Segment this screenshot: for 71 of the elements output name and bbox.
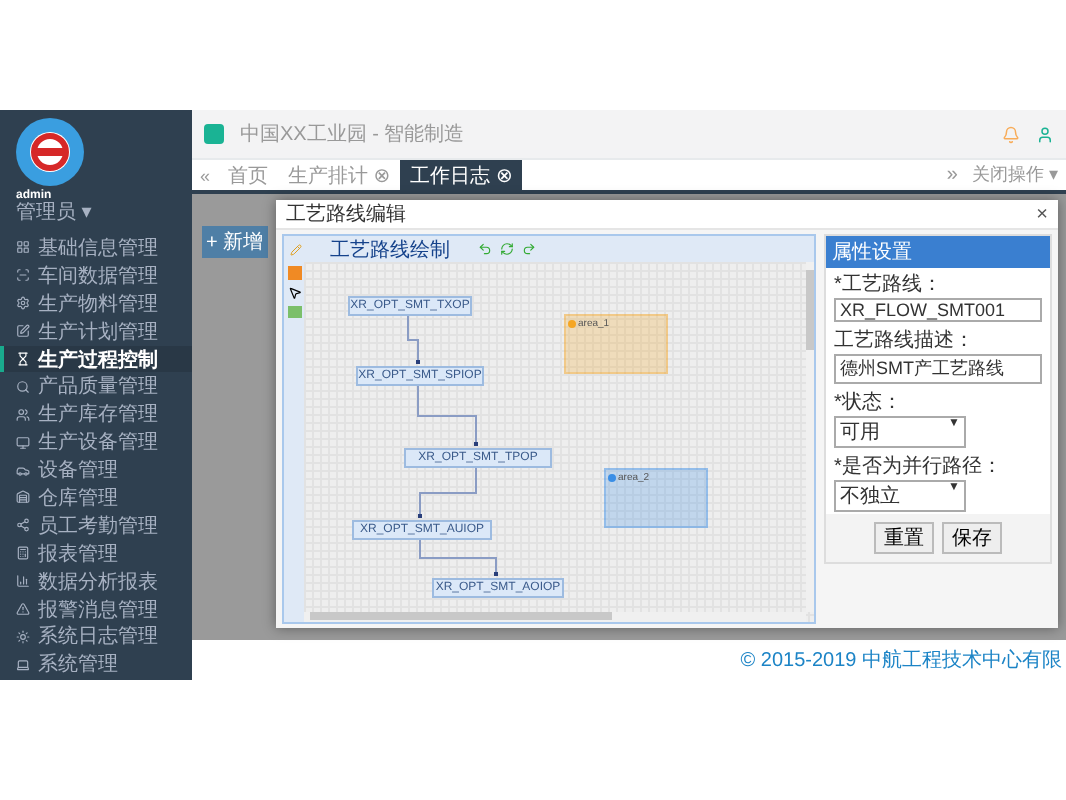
field-label: *工艺路线： bbox=[834, 271, 944, 298]
edit-icon bbox=[16, 324, 30, 339]
input-field[interactable]: XR_FLOW_SMT001 bbox=[834, 298, 1042, 322]
scan-icon bbox=[16, 268, 30, 283]
tab[interactable]: 生产排计 ⊗ bbox=[278, 160, 401, 190]
vertical-scrollbar[interactable] bbox=[806, 262, 814, 612]
logo bbox=[16, 118, 84, 186]
sidebar-item[interactable]: 产品质量管理 bbox=[0, 372, 192, 401]
dialog-title: 工艺路线编辑 bbox=[286, 201, 408, 228]
refresh-icon[interactable] bbox=[500, 242, 514, 256]
area-tool-icon[interactable] bbox=[287, 306, 301, 318]
sidebar-item[interactable]: 车间数据管理 bbox=[0, 261, 192, 290]
add-button[interactable]: + 新增 bbox=[202, 226, 268, 258]
breadcrumb: 中国XX工业园 - 智能制造 bbox=[240, 121, 467, 148]
warning-icon bbox=[16, 602, 30, 617]
hourglass-icon bbox=[16, 352, 30, 366]
redo-icon[interactable] bbox=[522, 242, 536, 256]
user-role[interactable]: 管理员 ▾ bbox=[16, 202, 92, 224]
user-icon[interactable] bbox=[1036, 125, 1054, 143]
editor-title: 工艺路线绘制 bbox=[330, 237, 450, 263]
users-icon bbox=[16, 407, 30, 422]
undo-icon[interactable] bbox=[478, 242, 492, 256]
square-tool-icon[interactable] bbox=[287, 266, 301, 280]
sidebar-item[interactable]: 仓库管理 bbox=[0, 484, 192, 512]
close-tabs-menu[interactable]: 关闭操作 ▾ bbox=[963, 160, 1066, 190]
search-icon bbox=[16, 379, 30, 394]
copyright: © 2015-2019 中航工程技术中心有限 bbox=[740, 647, 1062, 674]
sidebar-item[interactable]: 报表管理 bbox=[0, 539, 192, 568]
gear-icon bbox=[16, 296, 30, 311]
input-field[interactable]: 德州SMT产工艺路线 bbox=[834, 354, 1042, 384]
monitor-icon bbox=[16, 435, 30, 450]
grid-icon bbox=[16, 240, 30, 255]
calculator-icon bbox=[16, 546, 30, 561]
share-icon bbox=[16, 518, 30, 533]
field-label: *状态： bbox=[834, 389, 904, 416]
sidebar-item[interactable]: 生产物料管理 bbox=[0, 289, 192, 318]
connector-arrow bbox=[419, 539, 498, 577]
tab[interactable]: 工作日志 ⊗ bbox=[400, 160, 523, 190]
chart-icon bbox=[16, 574, 30, 589]
sidebar-item[interactable]: 系统管理 bbox=[0, 650, 192, 679]
field-label: 工艺路线描述： bbox=[834, 327, 976, 354]
warehouse-icon bbox=[16, 490, 30, 505]
connector-arrow bbox=[417, 385, 478, 447]
sidebar-item[interactable]: 报警消息管理 bbox=[0, 595, 192, 623]
close-button[interactable]: × bbox=[1036, 203, 1048, 225]
sidebar-item[interactable]: 基础信息管理 bbox=[0, 234, 192, 262]
scroll-left-icon[interactable]: « bbox=[192, 160, 219, 190]
panel-button[interactable]: 重置 bbox=[874, 522, 934, 554]
car-icon bbox=[16, 463, 30, 478]
sidebar-item[interactable]: 生产库存管理 bbox=[0, 400, 192, 429]
laptop-icon bbox=[16, 657, 30, 672]
pencil-icon[interactable] bbox=[290, 243, 302, 255]
scroll-right-icon[interactable]: » bbox=[940, 160, 964, 190]
panel-button[interactable]: 保存 bbox=[942, 522, 1002, 554]
horizontal-scrollbar[interactable] bbox=[304, 612, 806, 622]
tab[interactable]: 首页 bbox=[218, 160, 279, 190]
pointer-icon[interactable] bbox=[287, 286, 301, 300]
connector-arrow bbox=[418, 467, 477, 519]
connector-arrow bbox=[407, 315, 420, 365]
sidebar-item[interactable]: 系统日志管理 bbox=[0, 622, 192, 651]
sidebar-item[interactable]: 员工考勤管理 bbox=[0, 511, 192, 540]
sun-icon bbox=[16, 629, 30, 644]
sidebar-item[interactable]: 生产计划管理 bbox=[0, 317, 192, 346]
sidebar-item[interactable]: 生产设备管理 bbox=[0, 428, 192, 457]
bell-icon[interactable] bbox=[1002, 125, 1020, 143]
sidebar-item[interactable]: 设备管理 bbox=[0, 456, 192, 485]
panel-title: 属性设置 bbox=[826, 236, 1050, 268]
sidebar-item[interactable]: 生产过程控制 bbox=[0, 345, 192, 373]
field-label: *是否为并行路径： bbox=[834, 453, 1004, 480]
menu-icon[interactable] bbox=[204, 124, 224, 144]
sidebar-item[interactable]: 数据分析报表 bbox=[0, 567, 192, 596]
